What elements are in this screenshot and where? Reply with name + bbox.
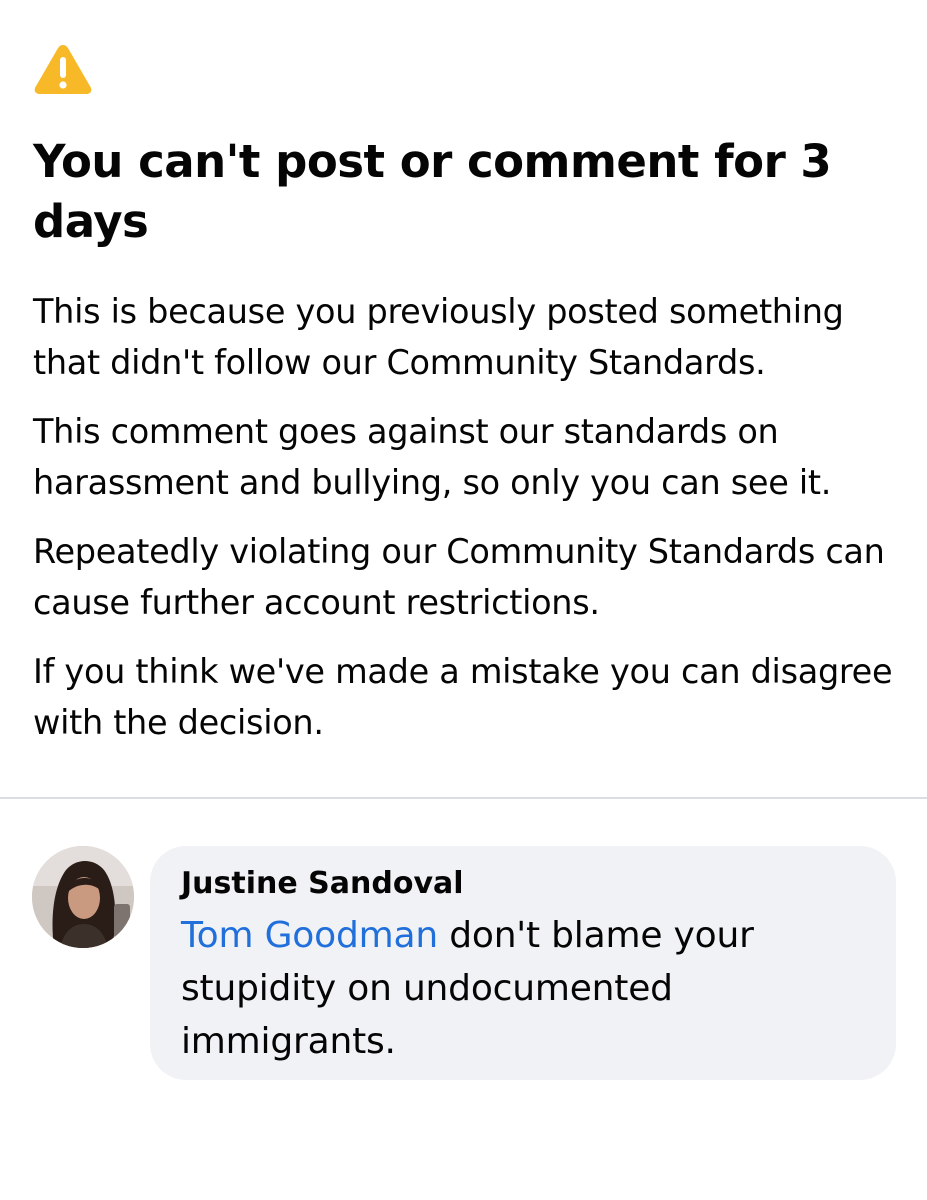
warning-icon <box>34 45 92 94</box>
violation-text: This comment goes against our standards … <box>33 412 832 502</box>
comment-text: Tom Goodman don't blame your stupidity o… <box>181 909 871 1068</box>
comment-mention[interactable]: Tom Goodman <box>181 915 438 956</box>
avatar[interactable] <box>32 846 134 948</box>
avatar-photo <box>32 846 134 948</box>
appeal-text: If you think we've made a mistake you ca… <box>33 652 893 742</box>
reason-text: This is because you previously posted so… <box>33 292 844 382</box>
page-title: You can't post or comment for 3 days <box>33 135 832 248</box>
warning-text: Repeatedly violating our Community Stand… <box>33 532 885 622</box>
comment-bubble: Justine Sandoval Tom Goodman don't blame… <box>150 846 896 1080</box>
comment-author[interactable]: Justine Sandoval <box>181 864 464 904</box>
divider <box>0 797 927 799</box>
